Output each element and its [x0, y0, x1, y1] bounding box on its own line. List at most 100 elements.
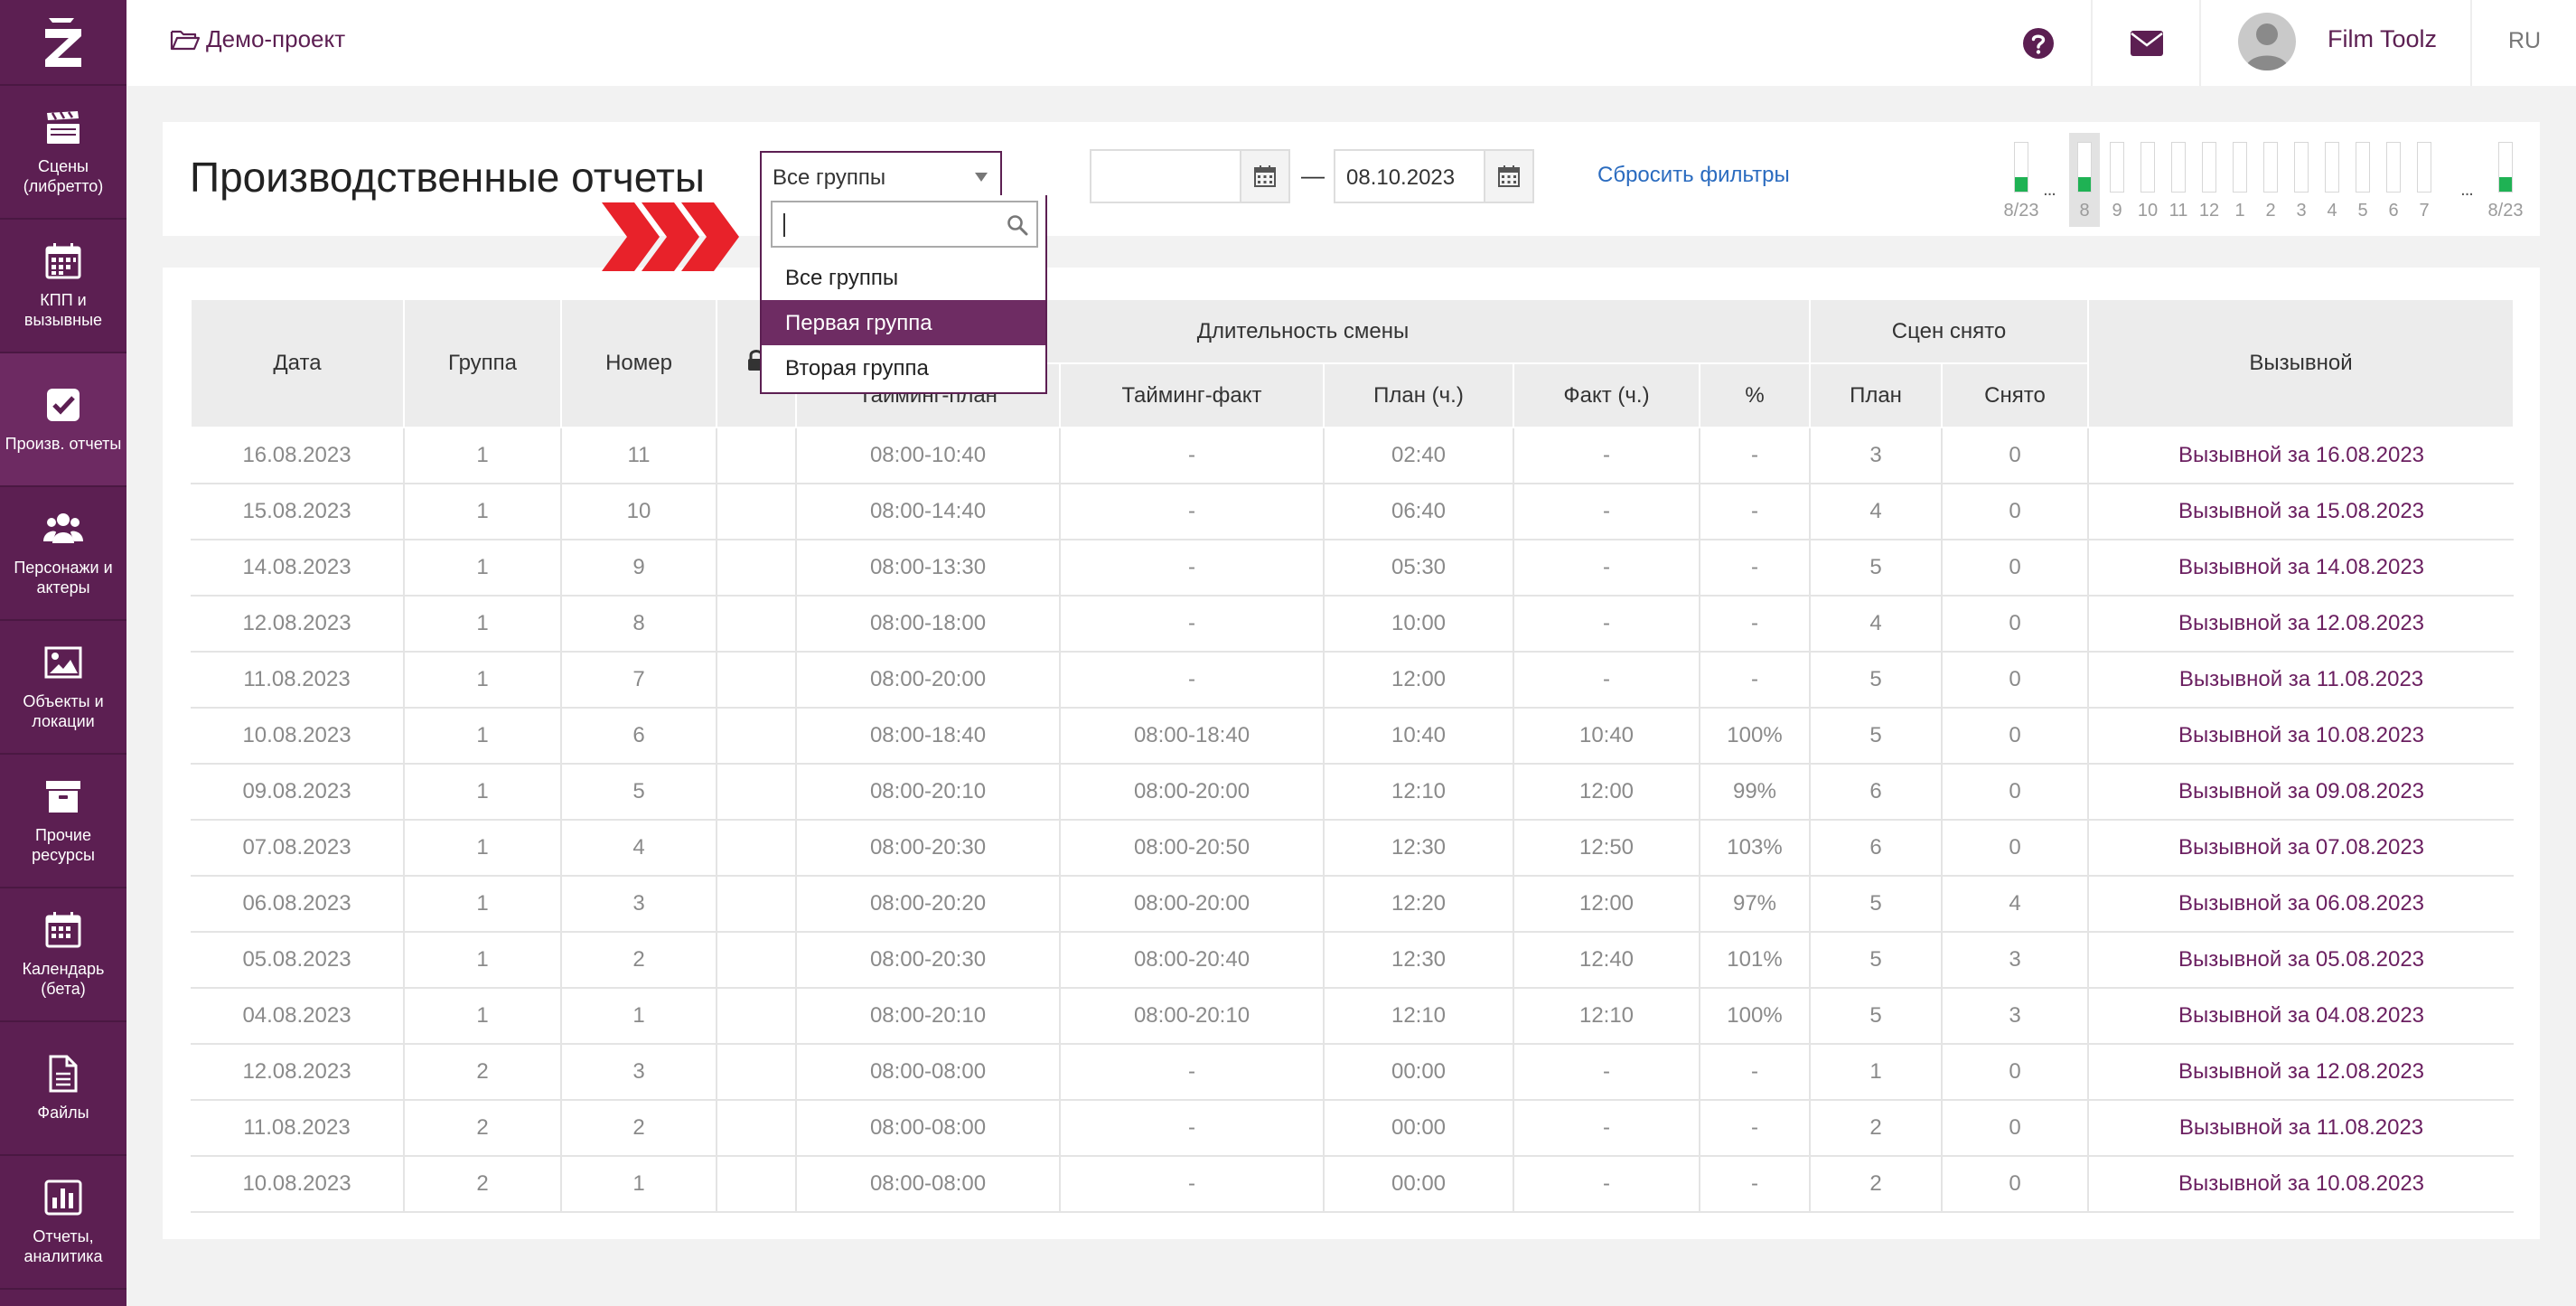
table-row: 12.08.2023 1 8 08:00-18:00-10:00- -4 0 Вызывно… [191, 596, 2514, 653]
cell-group: 1 [404, 764, 562, 821]
callsheet-link[interactable]: Вызывной за 11.08.2023 [2088, 1100, 2514, 1157]
calendar-icon [45, 912, 81, 948]
cell-pct: - [1700, 1044, 1811, 1101]
sidebar-item-file[interactable]: Файлы [0, 1022, 126, 1156]
sidebar-item-calendar-grid[interactable]: КПП и вызывные [0, 220, 126, 353]
cell-num: 1 [561, 988, 717, 1045]
sidebar-item-bar-chart[interactable]: Отчеты, аналитика [0, 1156, 126, 1290]
reset-filters-link[interactable]: Сбросить фильтры [1597, 163, 1790, 188]
sidebar-item-checkbox[interactable]: Произв. отчеты [0, 353, 126, 487]
cell-pct: - [1700, 652, 1811, 709]
mail-icon[interactable] [2129, 27, 2165, 60]
sidebar-item-calendar[interactable]: Календарь (бета) [0, 888, 126, 1022]
cell-date: 11.08.2023 [191, 652, 405, 709]
callsheet-link[interactable]: Вызывной за 12.08.2023 [2088, 1044, 2514, 1101]
cell-num: 2 [561, 932, 717, 989]
callsheet-link[interactable]: Вызывной за 10.08.2023 [2088, 1156, 2514, 1213]
app-logo[interactable] [0, 0, 126, 86]
cell-planh: 12:10 [1324, 764, 1514, 821]
breadcrumb[interactable]: Демо-проект [170, 25, 345, 53]
date-from-calendar-button[interactable] [1240, 151, 1288, 202]
callsheet-link[interactable]: Вызывной за 05.08.2023 [2088, 932, 2514, 989]
callsheet-link[interactable]: Вызывной за 12.08.2023 [2088, 596, 2514, 653]
cell-tfact: - [1060, 540, 1325, 597]
sidebar-item-archive-box[interactable]: Прочие ресурсы [0, 755, 126, 888]
lock-cell [717, 988, 797, 1045]
cell-date: 14.08.2023 [191, 540, 405, 597]
col-date[interactable]: Дата [190, 298, 405, 428]
col-scenes-plan[interactable]: План [1809, 362, 1943, 428]
callsheet-link[interactable]: Вызывной за 15.08.2023 [2088, 484, 2514, 540]
cell-sdone: 0 [1942, 652, 2089, 709]
page-title: Производственные отчеты [190, 154, 705, 201]
cell-tplan: 08:00-18:40 [796, 708, 1061, 765]
cell-tplan: 08:00-20:10 [796, 988, 1061, 1045]
calendar-grid-icon [45, 243, 81, 279]
cell-planh: 00:00 [1324, 1044, 1514, 1101]
group-search-input[interactable] [771, 201, 1038, 248]
col-group[interactable]: Группа [403, 298, 562, 428]
group-option[interactable]: Вторая группа [762, 345, 1045, 390]
date-from-field[interactable] [1090, 149, 1290, 203]
callsheet-link[interactable]: Вызывной за 16.08.2023 [2088, 428, 2514, 484]
col-scenes-done[interactable]: Снято [1941, 362, 2089, 428]
group-option[interactable]: Все группы [762, 255, 1045, 300]
date-to-field[interactable]: 08.10.2023 [1334, 149, 1534, 203]
cell-splan: 2 [1810, 1156, 1943, 1213]
col-timing-fact[interactable]: Тайминг-факт [1059, 362, 1325, 428]
cell-tfact: 08:00-20:00 [1060, 876, 1325, 933]
logo-z-icon [45, 17, 81, 67]
group-select-value: Все группы [773, 165, 886, 190]
cell-planh: 12:00 [1324, 652, 1514, 709]
table-row: 05.08.2023 1 2 08:00-20:30 08:00-20:40 12:30 1… [191, 932, 2514, 989]
callsheet-link[interactable]: Вызывной за 10.08.2023 [2088, 708, 2514, 765]
cell-planh: 02:40 [1324, 428, 1514, 484]
cell-planh: 00:00 [1324, 1156, 1514, 1213]
mini-day[interactable]: 8/23 [2004, 133, 2038, 227]
cell-facth: - [1513, 484, 1700, 540]
col-plan-hours[interactable]: План (ч.) [1323, 362, 1514, 428]
language-switch[interactable]: RU [2508, 28, 2541, 54]
mini-day[interactable]: 7 [2409, 133, 2440, 227]
cell-num: 7 [561, 652, 717, 709]
cell-pct: - [1700, 1100, 1811, 1157]
avatar[interactable] [2238, 13, 2296, 70]
file-icon [49, 1055, 78, 1093]
people-icon [43, 513, 83, 543]
username[interactable]: Film Toolz [2328, 25, 2437, 53]
col-number[interactable]: Номер [560, 298, 717, 428]
project-name: Демо-проект [206, 25, 346, 52]
cell-num: 9 [561, 540, 717, 597]
date-to-calendar-button[interactable] [1484, 151, 1532, 202]
cell-pct: - [1700, 1156, 1811, 1213]
col-callsheet[interactable]: Вызывной [2087, 298, 2515, 428]
cell-tfact: - [1060, 428, 1325, 484]
cell-date: 15.08.2023 [191, 484, 405, 540]
help-icon[interactable] [2020, 25, 2056, 61]
cell-splan: 3 [1810, 428, 1943, 484]
cell-tfact: 08:00-20:50 [1060, 820, 1325, 877]
cell-tplan: 08:00-18:00 [796, 596, 1061, 653]
callsheet-link[interactable]: Вызывной за 07.08.2023 [2088, 820, 2514, 877]
cell-group: 2 [404, 1156, 562, 1213]
sidebar-item-label: Файлы [37, 1104, 89, 1122]
mini-day[interactable]: 8/23 [2488, 133, 2523, 227]
sidebar-item-clapperboard[interactable]: Сцены (либретто) [0, 86, 126, 220]
col-percent[interactable]: % [1699, 362, 1811, 428]
table-row: 12.08.2023 2 3 08:00-08:00-00:00- -1 0 Вызывно… [191, 1044, 2514, 1101]
mini-day-label: 8/23 [2003, 201, 2039, 221]
callsheet-link[interactable]: Вызывной за 11.08.2023 [2088, 652, 2514, 709]
group-option[interactable]: Первая группа [762, 300, 1045, 345]
lock-cell [717, 1044, 797, 1101]
sidebar-item-image[interactable]: Объекты и локации [0, 621, 126, 755]
col-fact-hours[interactable]: Факт (ч.) [1513, 362, 1700, 428]
sidebar-item-people[interactable]: Персонажи и актеры [0, 487, 126, 621]
callsheet-link[interactable]: Вызывной за 06.08.2023 [2088, 876, 2514, 933]
callsheet-link[interactable]: Вызывной за 14.08.2023 [2088, 540, 2514, 597]
shift-mini-timeline: 8/23 8 9 10 11 12 1 2 3 4 5 6 7 8/23...... [2004, 133, 2523, 227]
cell-tfact: - [1060, 1156, 1325, 1213]
cell-splan: 4 [1810, 596, 1943, 653]
cell-sdone: 0 [1942, 764, 2089, 821]
callsheet-link[interactable]: Вызывной за 09.08.2023 [2088, 764, 2514, 821]
callsheet-link[interactable]: Вызывной за 04.08.2023 [2088, 988, 2514, 1045]
